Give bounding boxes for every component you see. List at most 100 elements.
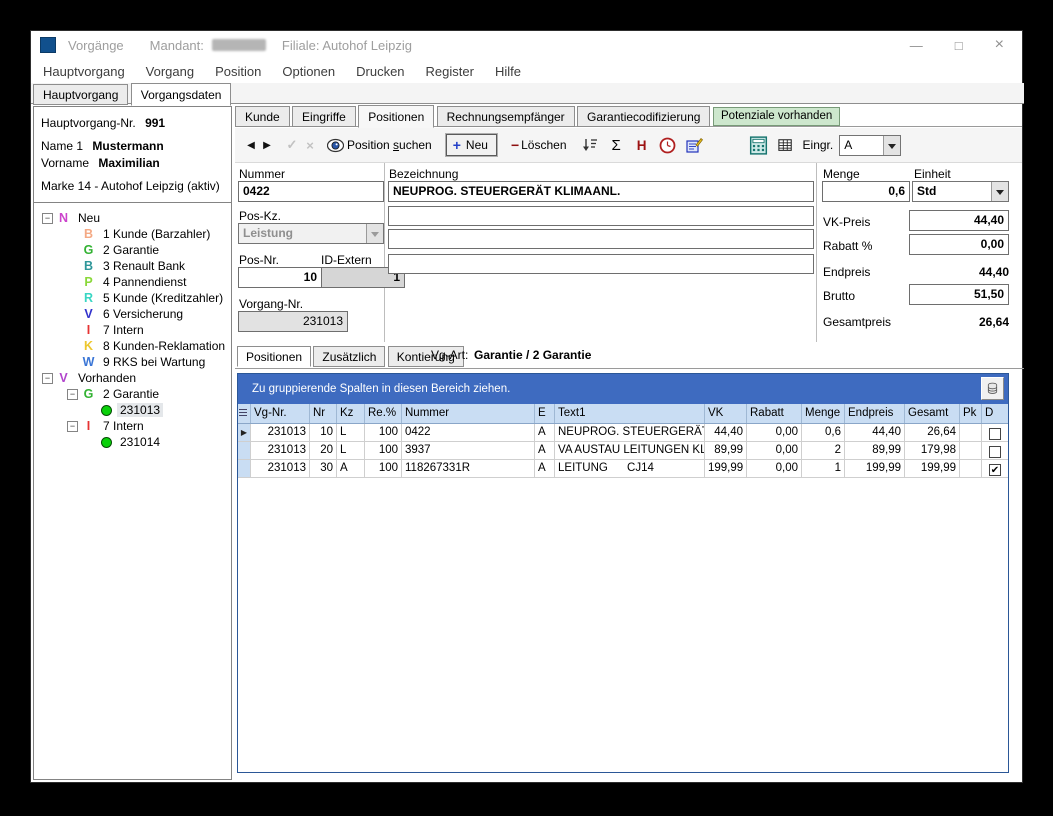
- tree-item[interactable]: G 2 Garantie: [34, 242, 231, 258]
- neu-button[interactable]: + Neu: [446, 134, 497, 156]
- tree-expander-icon[interactable]: [67, 245, 78, 256]
- d-checkbox[interactable]: [989, 428, 1001, 440]
- tree-item[interactable]: I 7 Intern: [34, 322, 231, 338]
- vk-preis-input[interactable]: 44,40: [909, 210, 1009, 231]
- calculator-icon[interactable]: [749, 136, 768, 155]
- d-checkbox[interactable]: ✔: [989, 464, 1001, 476]
- tree-expander-icon[interactable]: −: [67, 389, 78, 400]
- rabatt-input[interactable]: 0,00: [909, 234, 1009, 255]
- tree-expander-icon[interactable]: [67, 357, 78, 368]
- menge-input[interactable]: 0,6: [822, 181, 910, 202]
- position-suchen-button[interactable]: Position suchen: [327, 137, 432, 154]
- tree-expander-icon[interactable]: −: [42, 213, 53, 224]
- table-list-icon[interactable]: [778, 138, 793, 153]
- nummer-input[interactable]: 0422: [238, 181, 384, 202]
- col-header-nummer[interactable]: Nummer: [402, 404, 535, 423]
- tree-expander-icon[interactable]: −: [42, 373, 53, 384]
- col-header-pk[interactable]: Pk: [960, 404, 982, 423]
- col-header-kz[interactable]: Kz: [337, 404, 365, 423]
- menu-item[interactable]: Optionen: [279, 62, 338, 81]
- bezeichnung-input-3[interactable]: [388, 229, 814, 249]
- group-by-band[interactable]: Zu gruppierende Spalten in diesen Bereic…: [238, 374, 1008, 404]
- menu-item[interactable]: Hilfe: [492, 62, 524, 81]
- col-header-e[interactable]: E: [535, 404, 555, 423]
- tree-expander-icon[interactable]: [67, 341, 78, 352]
- chevron-down-icon[interactable]: [883, 136, 900, 155]
- brutto-input[interactable]: 51,50: [909, 284, 1009, 305]
- close-button[interactable]: ×: [995, 36, 1004, 54]
- col-header-endpreis[interactable]: Endpreis: [845, 404, 905, 423]
- menu-item[interactable]: Vorgang: [143, 62, 197, 81]
- bezeichnung-input-4[interactable]: [388, 254, 814, 274]
- grid-tab[interactable]: Zusätzlich: [313, 346, 385, 367]
- d-checkbox[interactable]: [989, 446, 1001, 458]
- history-icon[interactable]: H: [637, 138, 647, 153]
- col-header-d[interactable]: D: [982, 404, 1008, 423]
- eingr-select[interactable]: A: [839, 135, 901, 156]
- minimize-button[interactable]: —: [910, 38, 923, 53]
- tree-expander-icon[interactable]: [67, 325, 78, 336]
- tree-expander-icon[interactable]: [67, 261, 78, 272]
- grid-tab[interactable]: Positionen: [237, 346, 311, 367]
- tree-expander-icon[interactable]: [67, 309, 78, 320]
- table-row[interactable]: 231013 20 L 100 3937 A VA AUSTAU LEITUNG…: [238, 442, 1008, 460]
- col-header-re[interactable]: Re.%: [365, 404, 402, 423]
- maximize-button[interactable]: □: [955, 38, 963, 53]
- potenziale-badge[interactable]: Potenziale vorhanden: [713, 107, 840, 126]
- col-header-vk[interactable]: VK: [705, 404, 747, 423]
- tree-item[interactable]: − I 7 Intern: [34, 418, 231, 434]
- main-tab[interactable]: Hauptvorgang: [33, 84, 128, 105]
- chevron-down-icon[interactable]: [991, 182, 1008, 201]
- einheit-select[interactable]: Std: [912, 181, 1009, 202]
- tree-item[interactable]: K 8 Kunden-Reklamation: [34, 338, 231, 354]
- col-header-nr[interactable]: Nr: [310, 404, 337, 423]
- col-header-text1[interactable]: Text1: [555, 404, 705, 423]
- tree-expander-icon[interactable]: [86, 405, 97, 416]
- tree-item[interactable]: B 1 Kunde (Barzahler): [34, 226, 231, 242]
- tree-expander-icon[interactable]: [67, 293, 78, 304]
- bezeichnung-input-2[interactable]: [388, 206, 814, 226]
- detail-tab[interactable]: Eingriffe: [292, 106, 356, 127]
- main-tab[interactable]: Vorgangsdaten: [131, 83, 232, 106]
- prev-position-button[interactable]: ◀: [243, 134, 259, 156]
- detail-tab[interactable]: Garantiecodifizierung: [577, 106, 710, 127]
- tree-expander-icon[interactable]: [67, 277, 78, 288]
- table-row[interactable]: 231013 30 A 100 118267331R A LEITUNG CJ1…: [238, 460, 1008, 478]
- sum-icon[interactable]: Σ: [612, 137, 621, 154]
- next-position-button[interactable]: ▶: [259, 134, 275, 156]
- menu-item[interactable]: Register: [423, 62, 477, 81]
- bezeichnung-input[interactable]: NEUPROG. STEUERGERÄT KLIMAANL.: [388, 181, 814, 202]
- tree-item[interactable]: 231014: [34, 434, 231, 450]
- tree-item[interactable]: − G 2 Garantie: [34, 386, 231, 402]
- tree-item[interactable]: 231013: [34, 402, 231, 418]
- tree-expander-icon[interactable]: [86, 437, 97, 448]
- loeschen-button[interactable]: − Löschen: [511, 137, 567, 153]
- pos-nr-input[interactable]: 10: [238, 267, 322, 288]
- tree-item[interactable]: R 5 Kunde (Kreditzahler): [34, 290, 231, 306]
- clock-icon[interactable]: [659, 137, 676, 154]
- sort-down-icon[interactable]: [581, 137, 598, 154]
- tree-item[interactable]: − V Vorhanden: [34, 370, 231, 386]
- group-band-button[interactable]: [981, 377, 1004, 400]
- tree-expander-icon[interactable]: −: [67, 421, 78, 432]
- detail-tab[interactable]: Positionen: [358, 105, 434, 128]
- menu-item[interactable]: Position: [212, 62, 264, 81]
- tree-expander-icon[interactable]: [67, 229, 78, 240]
- tree-item[interactable]: − N Neu: [34, 210, 231, 226]
- tree-item[interactable]: W 9 RKS bei Wartung: [34, 354, 231, 370]
- detail-tab[interactable]: Kunde: [235, 106, 290, 127]
- col-header-menge[interactable]: Menge: [802, 404, 845, 423]
- column-chooser-button[interactable]: [238, 404, 251, 423]
- col-header-gesamt[interactable]: Gesamt: [905, 404, 960, 423]
- tree-item[interactable]: B 3 Renault Bank: [34, 258, 231, 274]
- table-row[interactable]: ▶ 231013 10 L 100 0422 A NEUPROG. STEUER…: [238, 424, 1008, 442]
- menu-item[interactable]: Drucken: [353, 62, 407, 81]
- detail-tab[interactable]: Rechnungsempfänger: [437, 106, 575, 127]
- menu-item[interactable]: Hauptvorgang: [40, 62, 128, 81]
- col-header-rabatt[interactable]: Rabatt: [747, 404, 802, 423]
- tree-item[interactable]: P 4 Pannendienst: [34, 274, 231, 290]
- cell-d: [982, 442, 1008, 460]
- col-header-vg-nr[interactable]: Vg-Nr.: [251, 404, 310, 423]
- edit-note-icon[interactable]: [686, 137, 703, 154]
- tree-item[interactable]: V 6 Versicherung: [34, 306, 231, 322]
